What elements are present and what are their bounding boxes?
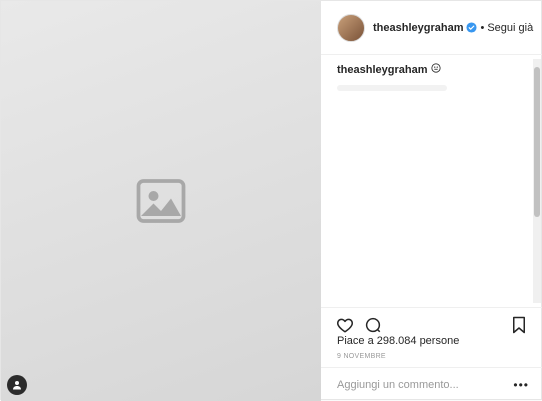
image-placeholder [1,1,321,401]
caption-emoji-icon [430,63,441,73]
post-date: 9 NOVEMBRE [337,353,386,360]
save-button[interactable] [509,315,529,335]
comment-bubble-icon [365,317,381,332]
scroll-thumb[interactable] [534,67,540,217]
heart-icon [337,318,353,332]
caption-faint-line [337,85,447,91]
post-image[interactable] [1,1,321,401]
instagram-post: theashleygraham • Segui già theashleygra… [0,0,542,401]
comment-button[interactable] [363,315,383,335]
comments-scrollbar[interactable] [533,59,541,303]
comments-area: theashleygraham [321,55,531,305]
header-username[interactable]: theashleygraham [373,22,463,34]
action-bar [321,307,542,335]
like-button[interactable] [335,315,355,335]
post-sidebar: theashleygraham • Segui già theashleygra… [321,1,542,401]
caption-username[interactable]: theashleygraham [337,64,427,76]
tagged-user-icon[interactable] [7,375,27,395]
caption: theashleygraham [337,63,515,77]
add-comment-box: ••• [321,367,542,401]
follow-separator: • [480,21,485,34]
likes-count[interactable]: Piace a 298.084 persone [337,335,459,347]
follow-button[interactable]: Segui già [487,22,533,34]
post-header: theashleygraham • Segui già [321,1,542,55]
avatar[interactable] [337,13,365,42]
bookmark-icon [513,316,525,333]
verified-badge-icon [466,22,478,33]
comment-input[interactable] [337,378,514,391]
more-options-button[interactable]: ••• [513,378,529,392]
image-icon [136,179,186,223]
